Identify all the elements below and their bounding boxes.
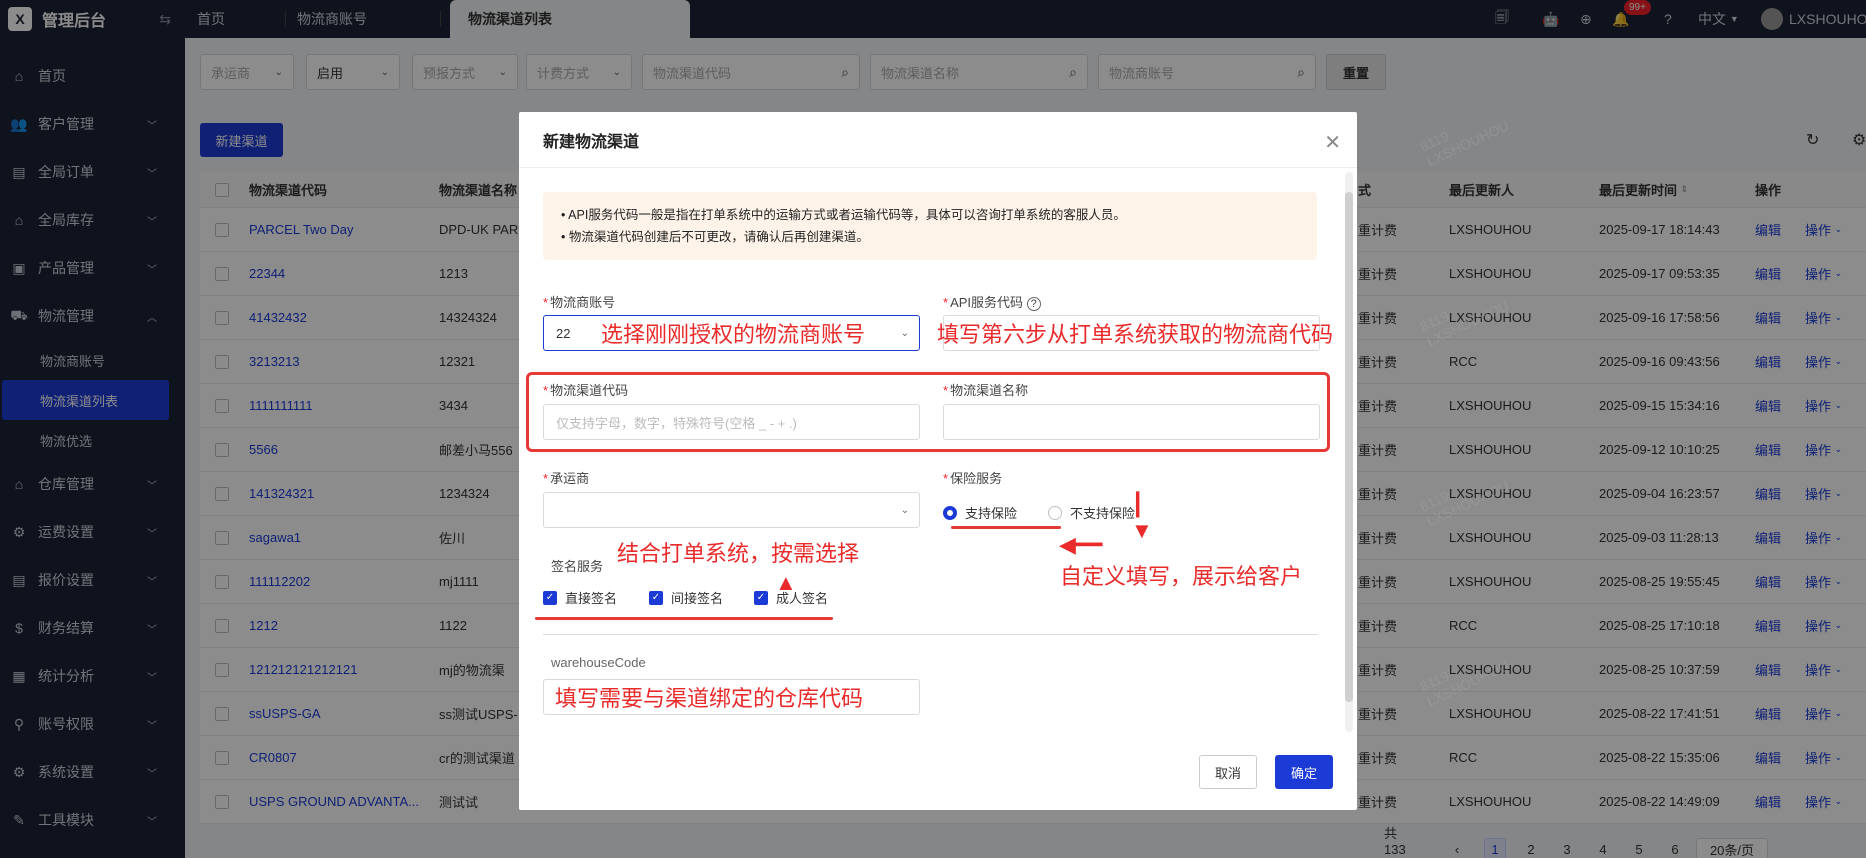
chevron-down-icon: ⌄: [900, 504, 909, 516]
new-channel-dialog: 新建物流渠道 ✕ • API服务代码一般是指在打单系统中的运输方式或者运输代码等…: [519, 112, 1357, 810]
chevron-down-icon: ⌄: [900, 327, 909, 339]
annotation-warehouse: 填写需要与渠道绑定的仓库代码: [555, 686, 864, 711]
account-label: * 物流商账号: [543, 295, 616, 310]
check-icon: ✓: [649, 590, 663, 605]
warehouse-code-label: warehouseCode: [551, 655, 646, 670]
divider: [543, 634, 1318, 635]
annotation-api-code: 填写第六步从打单系统获取的物流商代码: [937, 322, 1334, 347]
annotation-highlight-box: [526, 372, 1330, 452]
direct-sign-checkbox[interactable]: ✓ 直接签名: [543, 588, 617, 607]
check-icon: ✓: [754, 590, 768, 605]
annotation-sign: 结合打单系统，按需选择: [617, 541, 860, 566]
insurance-yes-radio[interactable]: 支持保险: [943, 503, 1017, 522]
help-icon: ?: [1026, 297, 1041, 311]
insurance-no-radio[interactable]: 不支持保险: [1048, 503, 1135, 522]
carrier-label: * 承运商: [543, 471, 590, 486]
cancel-button[interactable]: 取消: [1199, 755, 1257, 789]
scrollbar-thumb[interactable]: [1345, 192, 1353, 702]
annotation-underline-sign: [535, 617, 833, 620]
dialog-title: 新建物流渠道: [519, 112, 1357, 168]
close-icon[interactable]: ✕: [1324, 130, 1341, 155]
indirect-sign-checkbox[interactable]: ✓ 间接签名: [649, 588, 723, 607]
arrow-up-icon: ▲: [775, 570, 797, 595]
api-code-label: * API服务代码 ?: [943, 292, 1041, 311]
carrier-select[interactable]: ⌄: [543, 492, 920, 528]
annotation-underline-insurance: [951, 526, 1061, 529]
annotation-account: 选择刚刚授权的物流商账号: [601, 322, 866, 347]
confirm-button[interactable]: 确定: [1275, 755, 1333, 789]
arrow-left-icon: ◀━━: [1059, 532, 1103, 557]
annotation-name: 自定义填写，展示给客户: [1060, 564, 1303, 589]
notice-box: • API服务代码一般是指在打单系统中的运输方式或者运输代码等，具体可以咨询打单…: [543, 192, 1317, 260]
sign-label: 签名服务: [551, 559, 604, 574]
arrow-down-icon: ┃ ▼: [1131, 492, 1153, 543]
insurance-label: * 保险服务: [943, 471, 1003, 486]
check-icon: ✓: [543, 590, 557, 605]
